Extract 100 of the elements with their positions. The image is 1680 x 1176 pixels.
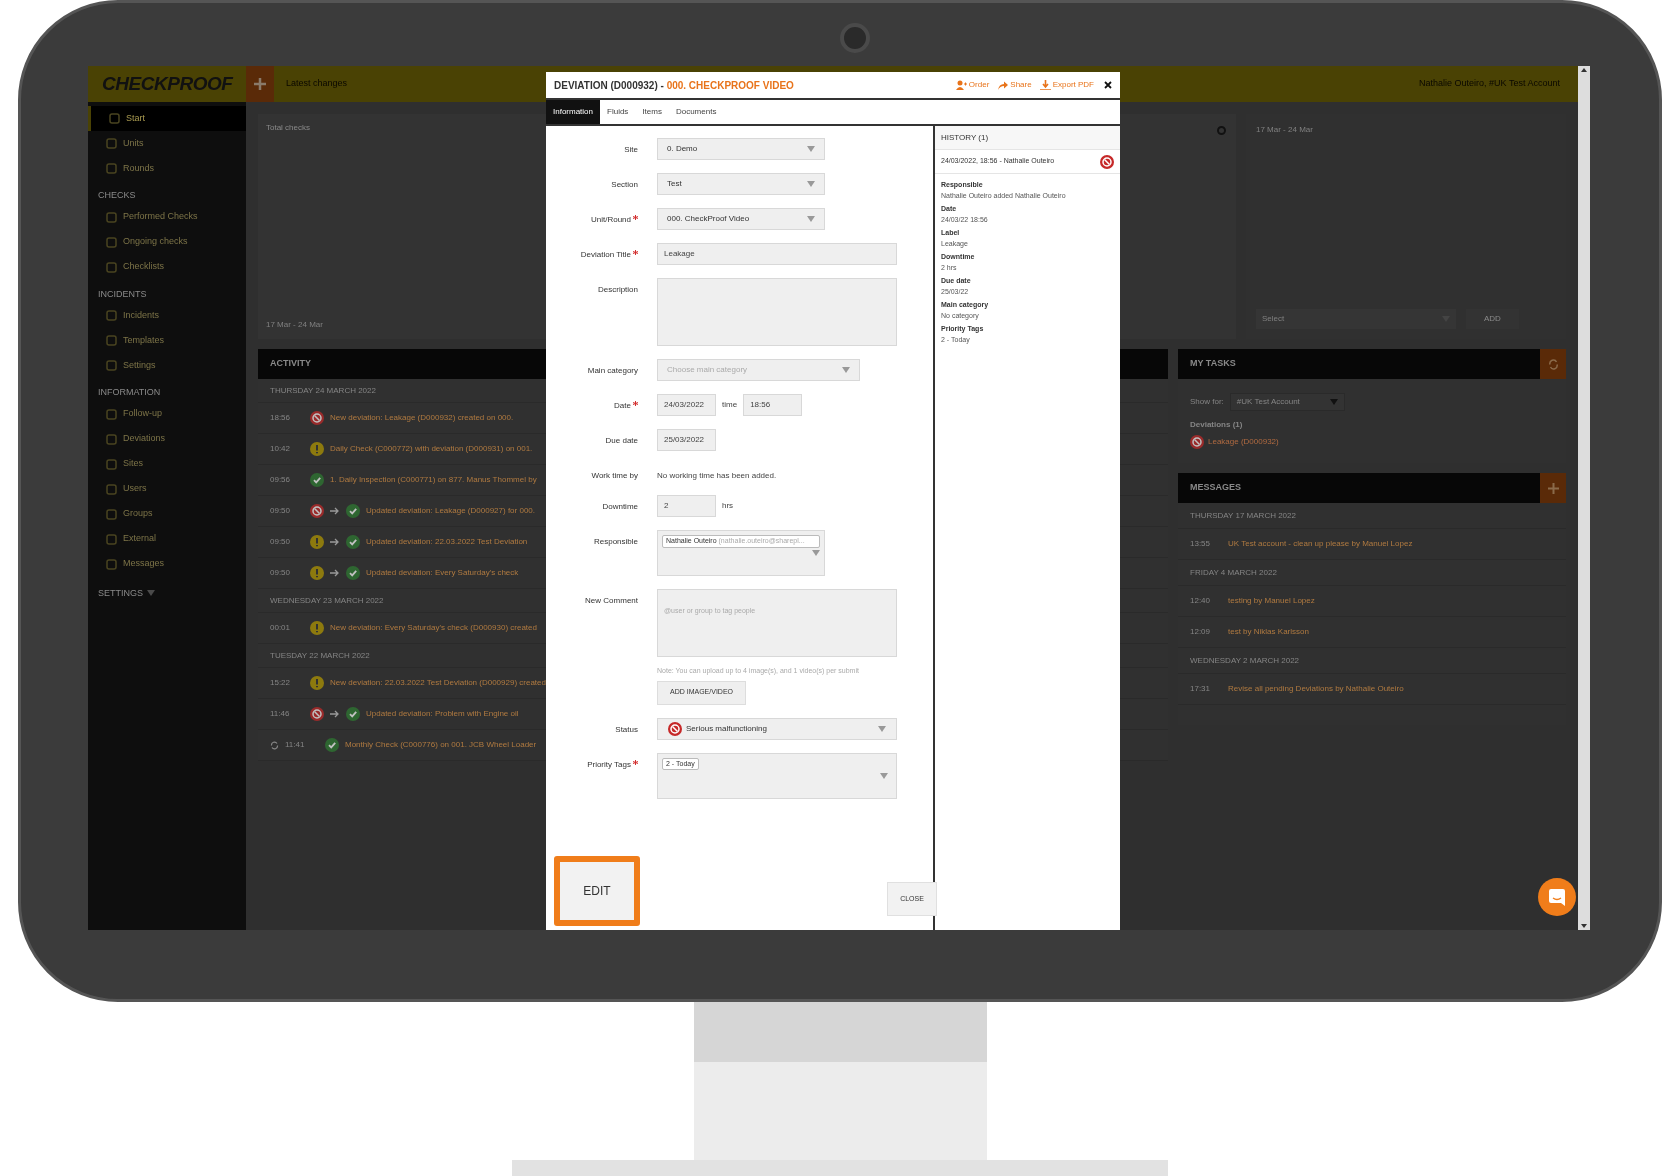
arrow-right-icon — [330, 538, 340, 546]
tab[interactable]: Fluids — [600, 100, 636, 124]
section-title: Deviations (1) — [1190, 419, 1243, 431]
scroll-up-icon — [1581, 68, 1587, 72]
field-label: Date — [614, 400, 631, 412]
date-field[interactable]: 25/03/2022 — [657, 429, 716, 451]
check-circle-icon — [325, 738, 339, 752]
sidebar-item[interactable]: Ongoing checks — [88, 229, 246, 255]
sidebar-item[interactable]: Deviations — [88, 426, 246, 452]
square-icon — [106, 261, 117, 273]
exclamation-icon — [310, 535, 324, 549]
sidebar-item[interactable]: Groups — [88, 501, 246, 527]
info-text: No working time has been added. — [657, 470, 777, 482]
number-field[interactable]: 2 — [657, 495, 716, 517]
card-title: Total checks — [266, 122, 311, 134]
tab[interactable]: Documents — [668, 100, 724, 124]
activity-text: Monthly Check (C000776) on 001. JCB Wheel Loader — [345, 739, 537, 751]
blocked-icon — [310, 411, 324, 425]
sidebar-item[interactable]: External — [88, 526, 246, 552]
caret-icon — [880, 772, 888, 779]
textarea-field[interactable] — [657, 278, 897, 346]
exclamation-icon — [310, 676, 324, 690]
chat-button[interactable] — [1538, 878, 1576, 916]
time-text: 00:01 — [270, 622, 292, 634]
sidebar-item[interactable]: Sites — [88, 451, 246, 477]
action-link[interactable]: Share — [1010, 79, 1032, 91]
status-select[interactable]: Serious malfunctioning — [657, 717, 897, 740]
time-text: 10:42 — [270, 443, 292, 455]
square-icon — [106, 236, 117, 248]
sidebar-item[interactable]: Checklists — [88, 254, 246, 280]
select-field[interactable]: Test — [657, 173, 825, 195]
time-field[interactable]: 18:56 — [743, 394, 803, 416]
blocked-icon — [668, 721, 682, 736]
check-circle-icon — [346, 566, 360, 580]
add-button[interactable] — [246, 66, 274, 102]
activity-text: Updated deviation: Problem with Engine oil — [366, 708, 519, 720]
task-link[interactable]: Leakage (D000932) — [1208, 436, 1279, 448]
square-icon — [106, 360, 117, 371]
account-select[interactable]: #UK Test Account — [1229, 393, 1345, 411]
date-range-text: 17 Mar - 24 Mar — [266, 319, 323, 331]
add-message-button[interactable] — [1540, 473, 1566, 503]
check-circle-icon — [310, 473, 324, 487]
text-field[interactable]: Leakage — [657, 243, 897, 265]
time-text: 12:09 — [1190, 626, 1212, 638]
square-icon — [106, 163, 117, 174]
time-text: 11:41 — [285, 739, 306, 751]
square-icon — [106, 211, 117, 223]
caret-icon — [807, 216, 815, 222]
sidebar-item[interactable]: Units — [88, 131, 246, 156]
scroll-down-icon — [1581, 924, 1587, 928]
activity-text: Daily Check (C000772) with deviation (D000931) on 001. — [330, 443, 533, 455]
sidebar-item[interactable]: Follow-up — [88, 401, 246, 427]
refresh-button[interactable] — [1540, 349, 1566, 379]
activity-text: Updated deviation: Leakage (D000927) for 000. — [366, 505, 535, 517]
app-logo: CHECKPROOF — [101, 71, 235, 96]
activity-text: Updated deviation: 22.03.2022 Test Deviation — [366, 536, 528, 548]
sidebar-item[interactable]: Messages — [88, 551, 246, 577]
field-label: Main category — [587, 365, 638, 377]
caret-icon — [807, 181, 815, 187]
scrollbar[interactable] — [1578, 66, 1590, 930]
date-field[interactable]: 24/03/2022 — [657, 394, 716, 416]
check-circle-icon — [346, 707, 360, 721]
panel-title: ACTIVITY — [270, 357, 311, 371]
select-field[interactable]: 0. Demo — [657, 138, 825, 160]
action-link[interactable]: Export PDF — [1052, 79, 1094, 91]
square-icon — [109, 113, 120, 124]
activity-text: New deviation: Leakage (D000932) created on 000. — [330, 412, 514, 424]
plus-icon — [254, 78, 266, 90]
sidebar-item[interactable]: Start — [88, 106, 246, 131]
blocked-icon — [310, 504, 324, 518]
date-range-text: 17 Mar - 24 Mar — [1256, 124, 1313, 136]
sidebar-item[interactable]: Incidents — [88, 303, 246, 328]
date-heading: FRIDAY 4 MARCH 2022 — [1178, 560, 1566, 586]
select-field[interactable]: Select — [1256, 309, 1456, 329]
sidebar-item[interactable]: Settings — [88, 353, 246, 378]
message-text: Revise all pending Deviations by Nathalie Outeiro — [1228, 683, 1404, 695]
caret-icon — [878, 725, 886, 732]
action-link[interactable]: Order — [968, 79, 990, 91]
sidebar-item[interactable]: Rounds — [88, 156, 246, 181]
sidebar-item[interactable]: Templates — [88, 328, 246, 353]
time-text: 17:31 — [1190, 683, 1212, 695]
settings-menu[interactable]: SETTINGS — [98, 586, 143, 600]
field-label: New Comment — [585, 595, 638, 607]
message-text: test by Niklas Karlsson — [1228, 626, 1309, 638]
sidebar-section-title: CHECKS — [97, 189, 137, 202]
square-icon — [106, 458, 117, 470]
field-label: Downtime — [602, 501, 638, 513]
time-text: 09:56 — [270, 474, 292, 486]
tab[interactable]: Information — [546, 100, 601, 124]
time-text: 11:46 — [270, 708, 291, 720]
sidebar-item[interactable]: Users — [88, 476, 246, 502]
download-icon — [1039, 80, 1051, 90]
sidebar-item[interactable]: Performed Checks — [88, 204, 246, 230]
square-icon — [106, 533, 117, 545]
chat-bubble-icon — [1549, 888, 1565, 906]
sidebar-section-title: INCIDENTS — [97, 287, 148, 301]
exclamation-icon — [310, 621, 324, 635]
select-field[interactable]: 000. CheckProof Video — [657, 208, 825, 230]
edit-button[interactable]: EDIT — [554, 856, 640, 926]
tab[interactable]: Items — [635, 100, 669, 124]
